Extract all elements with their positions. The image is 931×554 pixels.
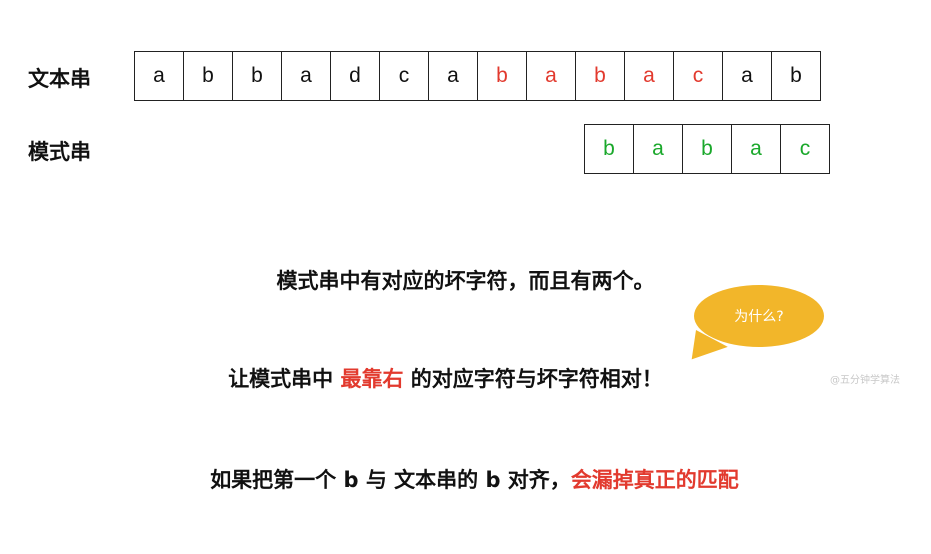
text-string-label: 文本串 [28,67,91,91]
speech-bubble: 为什么? [694,285,824,347]
text-string-cell: a [281,51,331,101]
explanation-line-2: 让模式串中 最靠右 的对应字符与坏字符相对！ [0,363,911,393]
line3-highlight: 会漏掉真正的匹配 [570,468,739,492]
text-string-cell: c [673,51,723,101]
text-string-cell: d [330,51,380,101]
text-string-cell: b [477,51,527,101]
line3-before: 如果把第一个 b 与 文本串的 b 对齐， [210,468,571,492]
pattern-string-cell: b [584,124,634,174]
pattern-string-cell: c [780,124,830,174]
pattern-string-cell: a [731,124,781,174]
line2-highlight: 最靠右 [340,367,404,391]
pattern-string-cells: babac [584,124,830,174]
text-string-cell: b [575,51,625,101]
pattern-string-label: 模式串 [28,140,91,164]
explanation-line-3: 如果把第一个 b 与 文本串的 b 对齐，会漏掉真正的匹配 [9,464,931,494]
text-string-cell: a [722,51,772,101]
pattern-string-cell: b [682,124,732,174]
speech-bubble-text: 为什么? [734,309,784,325]
text-string-cells: abbadcababacab [134,51,821,101]
text-string-cell: a [428,51,478,101]
text-string-cell: a [526,51,576,101]
pattern-string-cell: a [633,124,683,174]
line2-before: 让模式串中 [228,367,341,391]
text-string-cell: b [183,51,233,101]
text-string-cell: a [624,51,674,101]
line2-after: 的对应字符与坏字符相对！ [403,367,663,391]
text-string-cell: b [771,51,821,101]
text-string-cell: c [379,51,429,101]
text-string-cell: b [232,51,282,101]
watermark: @五分钟学算法 [830,375,900,386]
text-string-cell: a [134,51,184,101]
